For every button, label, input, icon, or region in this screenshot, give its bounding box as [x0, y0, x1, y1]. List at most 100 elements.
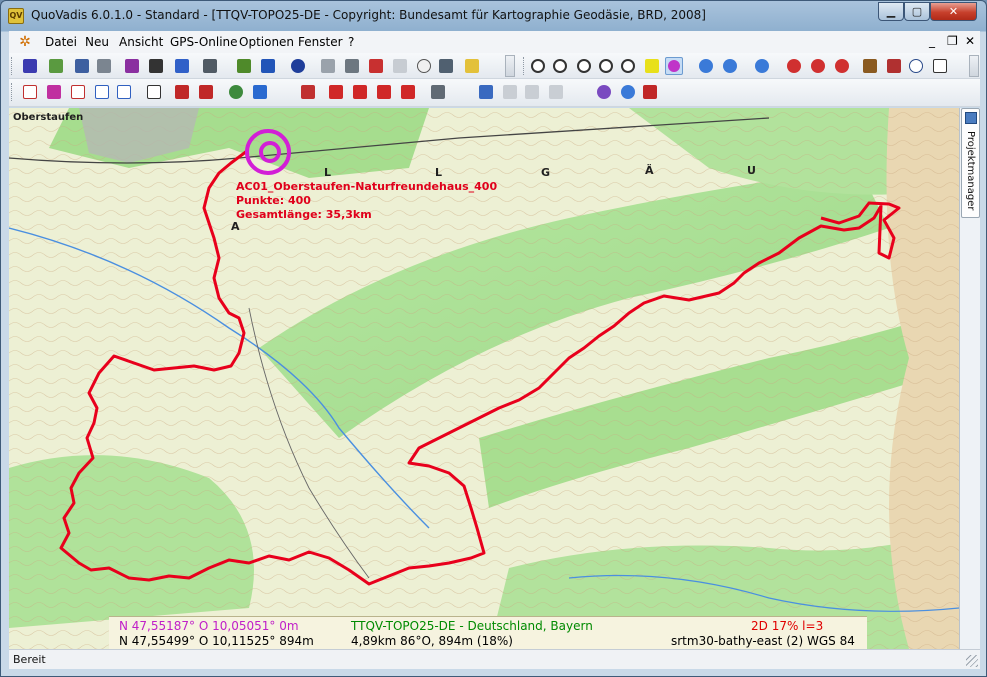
toolbar-main	[9, 53, 980, 79]
status-bar: Bereit	[9, 649, 980, 669]
remove-waypoint-icon[interactable]	[809, 57, 827, 75]
position-coordinates: N 47,55499° O 10,11525° 894m	[119, 634, 314, 648]
zoom-select-icon[interactable]	[665, 57, 683, 75]
export-icon[interactable]	[201, 57, 219, 75]
project-manager-icon	[965, 112, 977, 124]
projektmanager-tab[interactable]: Projektmanager	[961, 108, 980, 218]
import-icon[interactable]	[173, 83, 191, 101]
map-grid-icon[interactable]	[931, 57, 949, 75]
upload-disabled-icon	[501, 83, 519, 101]
datum-info: srtm30-bathy-east (2) WGS 84	[671, 634, 855, 648]
toolbar-grip[interactable]	[11, 83, 14, 101]
mdi-minimize-button[interactable]: _	[929, 34, 935, 48]
zoom-1-icon[interactable]	[575, 57, 593, 75]
back-icon[interactable]	[697, 57, 715, 75]
globe-icon[interactable]	[227, 83, 245, 101]
terrain-icon[interactable]	[235, 57, 253, 75]
waypoint-icon[interactable]	[885, 57, 903, 75]
menu-datei[interactable]: Datei	[45, 35, 77, 49]
route-icon[interactable]	[367, 57, 385, 75]
toolbar-overflow-button[interactable]	[969, 55, 979, 77]
toolbar-secondary	[9, 79, 980, 107]
dice-icon[interactable]	[259, 57, 277, 75]
resize-grip[interactable]	[966, 655, 978, 667]
track-info-label: AC01_Oberstaufen-Naturfreundehaus_400 Pu…	[236, 180, 497, 222]
status-text: Bereit	[13, 653, 46, 666]
app-icon[interactable]: QV	[8, 8, 24, 24]
ruler-icon[interactable]	[463, 57, 481, 75]
script-icon[interactable]	[145, 83, 163, 101]
delete-all-icon[interactable]	[429, 83, 447, 101]
mdi-restore-button[interactable]: ❐	[947, 34, 958, 48]
menu-gps-online[interactable]: GPS-Online	[170, 35, 238, 49]
zoom-in-icon[interactable]	[529, 57, 547, 75]
delete-segment-icon[interactable]	[351, 83, 369, 101]
maximize-button[interactable]: ▢	[904, 2, 930, 21]
menu-neu[interactable]: Neu	[85, 35, 109, 49]
open-map-icon[interactable]	[47, 57, 65, 75]
toolbar-overflow-button[interactable]	[505, 55, 515, 77]
download-icon[interactable]	[753, 57, 771, 75]
clock-icon[interactable]	[415, 57, 433, 75]
window-title: QuoVadis 6.0.1.0 - Standard - [TTQV-TOPO…	[31, 8, 706, 22]
send-icon[interactable]	[197, 83, 215, 101]
distance-bearing: 4,89km 86°O, 894m (18%)	[351, 634, 513, 648]
menu-help[interactable]: ?	[348, 35, 354, 49]
track-name: AC01_Oberstaufen-Naturfreundehaus_400	[236, 180, 498, 193]
car-icon[interactable]	[391, 57, 409, 75]
title-bar[interactable]: QV QuoVadis 6.0.1.0 - Standard - [TTQV-T…	[1, 1, 986, 31]
forward-icon[interactable]	[721, 57, 739, 75]
menu-ansicht[interactable]: Ansicht	[119, 35, 163, 49]
region-letter: L	[435, 166, 443, 179]
list-icon[interactable]	[319, 57, 337, 75]
close-button[interactable]: ✕	[930, 2, 977, 21]
region-letter: Ä	[645, 164, 654, 177]
document-icon[interactable]: ✲	[17, 34, 33, 50]
compass-icon[interactable]	[907, 57, 925, 75]
copy-icon[interactable]	[93, 83, 111, 101]
3d-view-icon[interactable]	[643, 57, 661, 75]
delete-selection-icon[interactable]	[399, 83, 417, 101]
split-icon[interactable]	[477, 83, 495, 101]
zoom-region-icon[interactable]	[619, 57, 637, 75]
region-letter: G	[541, 166, 551, 179]
link-disabled-icon	[547, 83, 565, 101]
minimize-button[interactable]: ▁	[878, 2, 904, 21]
delete-point-icon[interactable]	[327, 83, 345, 101]
target-icon[interactable]	[289, 57, 307, 75]
gps-track-icon[interactable]	[619, 83, 637, 101]
menu-fenster[interactable]: Fenster	[298, 35, 343, 49]
gps-receiver-icon[interactable]	[595, 83, 613, 101]
delete-range-icon[interactable]	[375, 83, 393, 101]
track-length: Gesamtlänge: 35,3km	[236, 208, 372, 221]
zoom-out-icon[interactable]	[551, 57, 569, 75]
main-window: QV QuoVadis 6.0.1.0 - Standard - [TTQV-T…	[0, 0, 987, 677]
map-view[interactable]: Oberstaufen A L L G Ä U AC01_Oberstaufen…	[9, 108, 959, 649]
print-icon[interactable]	[95, 57, 113, 75]
gps-send-icon[interactable]	[641, 83, 659, 101]
binoculars-icon[interactable]	[147, 57, 165, 75]
notes-icon[interactable]	[437, 57, 455, 75]
toolbar-grip[interactable]	[523, 57, 526, 75]
mdi-close-button[interactable]: ✕	[965, 34, 975, 48]
new-track-icon[interactable]	[21, 83, 39, 101]
toolbar-grip[interactable]	[11, 57, 14, 75]
new-route-icon[interactable]	[69, 83, 87, 101]
select-icon[interactable]	[299, 83, 317, 101]
save-icon[interactable]	[73, 57, 91, 75]
new-waypoint-icon[interactable]	[45, 83, 63, 101]
edit-waypoint-icon[interactable]	[833, 57, 851, 75]
search-icon[interactable]	[123, 57, 141, 75]
projektmanager-label: Projektmanager	[965, 131, 976, 211]
grid-icon[interactable]	[173, 57, 191, 75]
side-panel: Projektmanager	[959, 108, 980, 649]
pen-icon[interactable]	[861, 57, 879, 75]
sync-disabled-icon	[523, 83, 541, 101]
zoom-fit-icon[interactable]	[597, 57, 615, 75]
layers-icon[interactable]	[343, 57, 361, 75]
add-waypoint-icon[interactable]	[785, 57, 803, 75]
merge-icon[interactable]	[115, 83, 133, 101]
overlay-icon[interactable]	[251, 83, 269, 101]
menu-optionen[interactable]: Optionen	[239, 35, 294, 49]
tool-x-icon[interactable]	[21, 57, 39, 75]
